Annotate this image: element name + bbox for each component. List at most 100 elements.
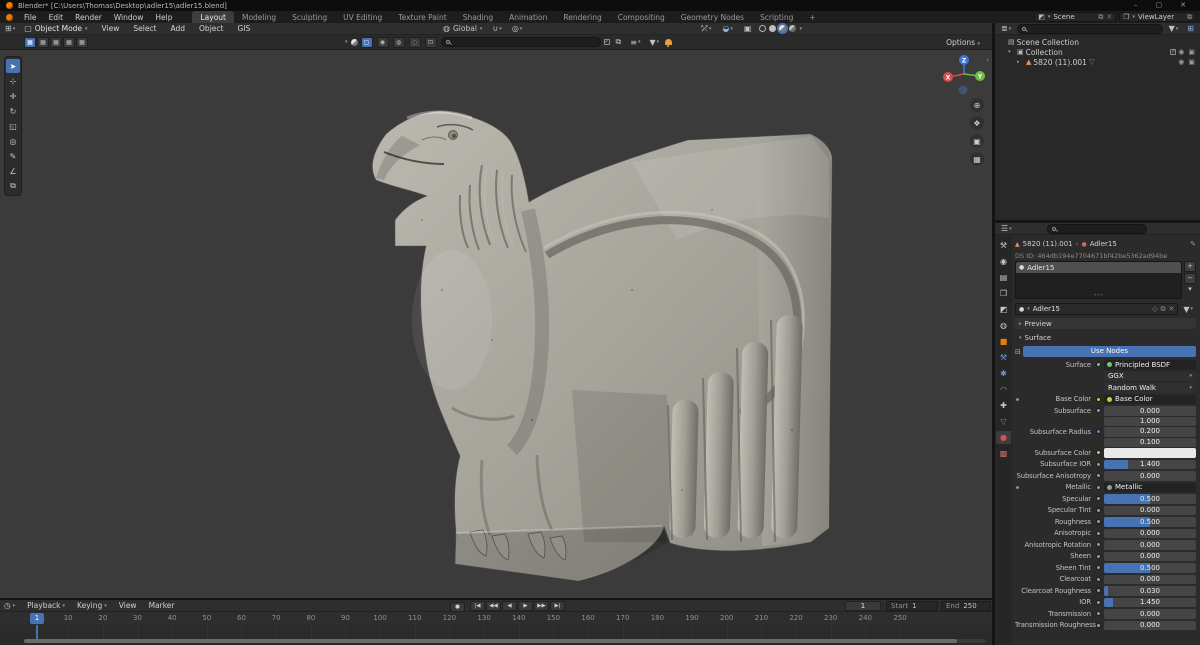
socket-dot[interactable] — [1096, 622, 1101, 628]
viewport-canvas[interactable]: ➤ ⊹ ✛ ↻ ◱ ◎ ✎ ∠ ⧉ Z X Y ‹ ⊕ ❖ ▣ ▦ — [0, 50, 992, 598]
socket-dot[interactable] — [1096, 588, 1101, 594]
filter-checkbox[interactable]: ✓ — [603, 39, 610, 45]
socket-dot[interactable] — [1096, 374, 1101, 379]
socket-dot[interactable] — [1096, 530, 1101, 536]
material-slot-row[interactable]: ● Adler15 — [1016, 262, 1181, 273]
socket-dot[interactable] — [1096, 429, 1101, 435]
unlink-material-icon[interactable]: ✕ — [1168, 305, 1174, 313]
timeline-scrollbar[interactable] — [24, 639, 986, 643]
value-slider-field[interactable]: 0.000 — [1104, 406, 1196, 416]
selectability-curve-icon[interactable]: ◌ — [408, 36, 421, 48]
panel-expand-dot[interactable] — [1016, 397, 1019, 401]
socket-dot[interactable] — [1096, 611, 1101, 617]
disclosure-triangle-icon[interactable]: ▾ — [1008, 49, 1015, 55]
measure-tool[interactable]: ∠ — [6, 164, 20, 178]
workspace-tab-uv-editing[interactable]: UV Editing — [335, 11, 390, 23]
properties-tab-tool[interactable]: ⚒ — [996, 239, 1011, 252]
viewport-menu-select[interactable]: Select — [126, 24, 163, 33]
snap-layers-icon[interactable]: ≡ ▾ — [627, 38, 643, 47]
current-frame-indicator[interactable]: 1 — [30, 613, 44, 624]
jump-to-end-button[interactable]: ▶| — [550, 601, 565, 611]
socket-dot[interactable] — [1096, 450, 1101, 456]
transform-tool[interactable]: ◎ — [6, 134, 20, 148]
frame-end-field[interactable]: End 250 — [941, 601, 991, 611]
properties-tab-physics[interactable]: ◠ — [996, 383, 1011, 396]
frame-start-field[interactable]: Start 1 — [886, 601, 938, 611]
properties-tab-texture[interactable]: ▩ — [996, 447, 1011, 460]
value-slider-field[interactable]: 0.000 — [1104, 609, 1196, 619]
socket-dot[interactable] — [1096, 385, 1101, 390]
value-slider-field[interactable]: 0.030 — [1104, 586, 1196, 596]
prev-keyframe-button[interactable]: ◀◀ — [486, 601, 501, 611]
overlays-toggle-icon[interactable]: ◒ ▾ — [719, 24, 736, 33]
properties-tab-world[interactable]: ◍ — [996, 319, 1011, 332]
material-preview-sphere-icon[interactable] — [350, 38, 358, 46]
outliner-display-mode-icon[interactable]: ≣ ▾ — [998, 24, 1014, 33]
timeline-ruler[interactable]: 1 10 20 30 40 50 60 70 80 90 100 110 120 130 140 150 160… — [0, 612, 992, 625]
socket-dot[interactable] — [1096, 396, 1101, 402]
shading-solid-icon[interactable] — [769, 25, 777, 32]
socket-dot[interactable] — [1096, 553, 1101, 559]
socket-dot[interactable] — [1096, 362, 1101, 368]
select-mode-new-icon[interactable]: ▦ — [24, 36, 36, 48]
value-slider-field[interactable]: 0.500 — [1104, 563, 1196, 573]
options-dropdown[interactable]: Options ▾ — [946, 38, 980, 47]
menu-help[interactable]: Help — [149, 13, 178, 22]
selectability-mesh-icon[interactable]: ◍ — [392, 36, 405, 48]
viewport-search-input[interactable] — [440, 37, 601, 47]
socket-dot[interactable] — [1096, 473, 1101, 479]
new-scene-icon[interactable]: ⧉ — [1098, 13, 1103, 22]
socket-dot[interactable] — [1096, 542, 1101, 548]
properties-tab-scene[interactable]: ◩ — [996, 303, 1011, 316]
menu-file[interactable]: File — [18, 13, 43, 22]
outliner-row[interactable]: ▤ Scene Collection — [995, 37, 1200, 47]
value-slider-field[interactable]: 0.000 — [1104, 574, 1196, 584]
timeline-menu-marker[interactable]: Marker — [143, 601, 181, 610]
rotate-tool[interactable]: ↻ — [6, 104, 20, 118]
maximize-button[interactable]: ▢ — [1156, 0, 1163, 11]
value-slider-field[interactable]: 0.500 — [1104, 494, 1196, 504]
value-slider-field[interactable]: 1.400 — [1104, 459, 1196, 469]
new-material-icon[interactable]: ⧉ — [1160, 305, 1165, 314]
value-slider-field[interactable]: 1.450 — [1104, 597, 1196, 607]
clipboard-icon[interactable]: ⧉ — [613, 37, 625, 47]
fake-user-icon[interactable]: ◇ — [1152, 305, 1157, 313]
playhead[interactable] — [36, 625, 38, 639]
vector-value-field[interactable]: 0.100 — [1104, 437, 1196, 447]
new-viewlayer-icon[interactable]: ⧉ — [1187, 13, 1192, 22]
menu-edit[interactable]: Edit — [43, 13, 70, 22]
unlink-scene-icon[interactable]: ✕ — [1106, 13, 1112, 21]
color-swatch-field[interactable] — [1104, 448, 1196, 458]
remove-slot-button[interactable]: − — [1184, 273, 1196, 284]
socket-dot[interactable] — [1096, 461, 1101, 467]
zoom-icon[interactable]: ⊕ — [970, 98, 984, 112]
play-button[interactable]: ▶ — [518, 601, 533, 611]
socket-dot[interactable] — [1096, 576, 1101, 582]
scale-tool[interactable]: ◱ — [6, 119, 20, 133]
timeline-menu-playback[interactable]: Playback ▾ — [21, 601, 71, 610]
properties-editor-icon[interactable]: ☰ ▾ — [998, 224, 1015, 233]
workspace-tab-compositing[interactable]: Compositing — [610, 11, 673, 23]
viewlayer-selector[interactable]: ❐ ▾ ViewLayer ⧉ — [1119, 12, 1196, 22]
annotate-tool[interactable]: ✎ — [6, 149, 20, 163]
socket-dot[interactable] — [1096, 519, 1101, 525]
properties-tab-data[interactable]: ▽ — [996, 415, 1011, 428]
workspace-tab-sculpting[interactable]: Sculpting — [284, 11, 335, 23]
workspace-tab-texture-paint[interactable]: Texture Paint — [390, 11, 454, 23]
viewport-menu-view[interactable]: View — [95, 24, 127, 33]
filter-funnel-icon[interactable]: ▼ ▾ — [646, 38, 662, 47]
pan-hand-icon[interactable]: ❖ — [970, 116, 984, 130]
shading-rendered-icon[interactable] — [789, 25, 797, 32]
outliner-search-input[interactable] — [1017, 23, 1163, 34]
close-button[interactable]: ✕ — [1180, 0, 1186, 11]
snapping-magnet-icon[interactable]: ∪ ▾ — [489, 24, 504, 33]
jump-to-start-button[interactable]: |◀ — [470, 601, 485, 611]
properties-tab-modifiers[interactable]: ⚒ — [996, 351, 1011, 364]
use-nodes-button[interactable]: Use Nodes — [1022, 346, 1196, 357]
dropdown-field[interactable]: GGX ▾ — [1104, 371, 1196, 381]
editor-type-icon[interactable]: ⊞ ▾ — [0, 24, 18, 33]
statue-3d-model[interactable] — [332, 90, 872, 598]
value-slider-field[interactable]: 0.000 — [1104, 471, 1196, 481]
pin-id-icon[interactable]: ✎ — [1190, 240, 1196, 248]
socket-dot[interactable] — [1096, 408, 1101, 414]
